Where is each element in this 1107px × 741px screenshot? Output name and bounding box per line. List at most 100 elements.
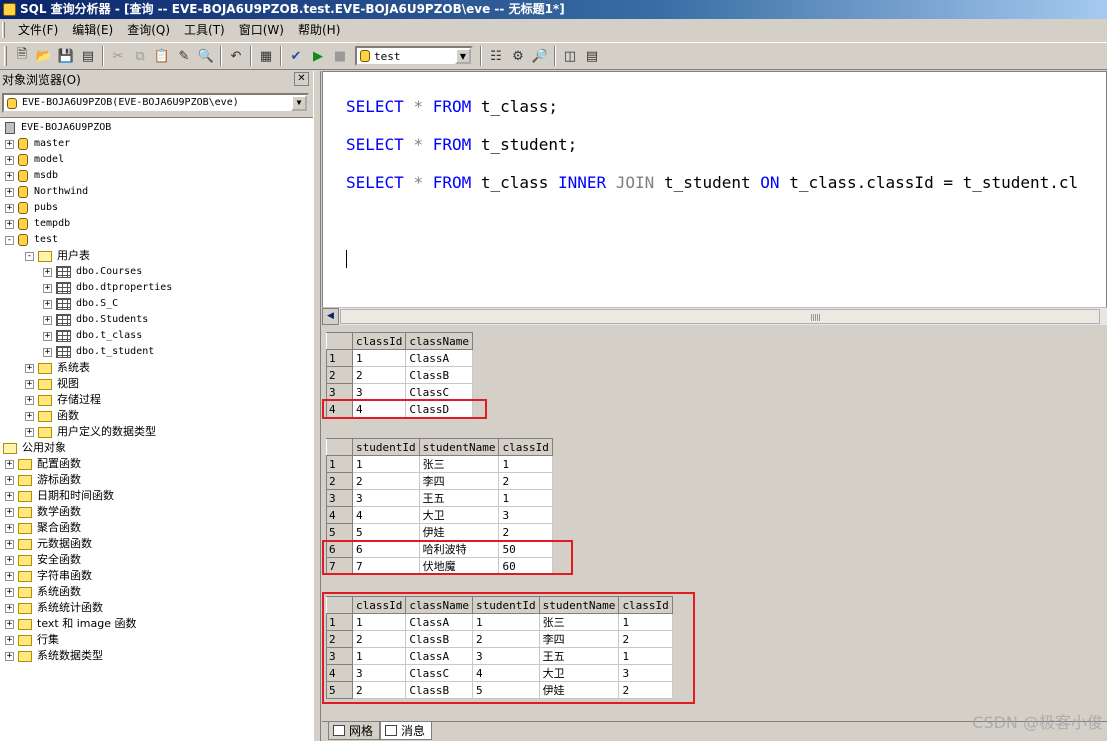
table-row[interactable]: 2 2 李四 2 bbox=[326, 472, 553, 490]
menu-file[interactable]: 文件(F) bbox=[11, 20, 65, 40]
grid-cell[interactable]: ClassB bbox=[405, 366, 473, 384]
grid-cell[interactable]: 2 bbox=[352, 472, 420, 490]
object-browser-toggle-icon[interactable]: ◫ bbox=[559, 45, 581, 67]
tree-node-table[interactable]: + dbo.t_class bbox=[43, 328, 142, 344]
expand-plus-icon[interactable]: + bbox=[5, 171, 14, 181]
tree-node-database-test[interactable]: - test bbox=[5, 232, 58, 248]
tree-node-database[interactable]: + model bbox=[5, 152, 64, 168]
expand-plus-icon[interactable]: + bbox=[43, 283, 52, 293]
tree-node-folder[interactable]: + 用户定义的数据类型 bbox=[25, 424, 156, 440]
grid-column-header[interactable]: classId bbox=[351, 332, 407, 350]
grid-cell[interactable]: 李四 bbox=[418, 472, 500, 490]
grid-corner[interactable] bbox=[326, 438, 353, 456]
scroll-left-icon[interactable]: ◀ bbox=[322, 308, 339, 325]
grid-cell[interactable]: 1 bbox=[498, 455, 553, 473]
grid-cell[interactable]: 2 bbox=[498, 523, 553, 541]
expand-plus-icon[interactable]: + bbox=[5, 603, 14, 613]
chevron-down-icon[interactable]: ▼ bbox=[291, 95, 307, 111]
expand-plus-icon[interactable]: + bbox=[5, 507, 14, 517]
tree-node-database[interactable]: + msdb bbox=[5, 168, 58, 184]
row-number[interactable]: 1 bbox=[326, 349, 353, 367]
tree-node-public-item[interactable]: + 系统数据类型 bbox=[5, 648, 103, 664]
tree-node-table[interactable]: + dbo.Courses bbox=[43, 264, 142, 280]
tree-node-public-item[interactable]: + 日期和时间函数 bbox=[5, 488, 114, 504]
grid-cell[interactable]: 张三 bbox=[418, 455, 500, 473]
expand-plus-icon[interactable]: + bbox=[25, 363, 34, 373]
expand-plus-icon[interactable]: + bbox=[25, 395, 34, 405]
row-number[interactable]: 2 bbox=[326, 366, 353, 384]
tree-node-public-item[interactable]: + 游标函数 bbox=[5, 472, 81, 488]
clear-window-icon[interactable]: ✎ bbox=[173, 45, 195, 67]
grid-cell[interactable]: 2 bbox=[351, 366, 407, 384]
tree-node-public-item[interactable]: + 字符串函数 bbox=[5, 568, 92, 584]
grid-cell[interactable]: 1 bbox=[498, 489, 553, 507]
tree-node-folder[interactable]: + 函数 bbox=[25, 408, 79, 424]
tree-node-folder[interactable]: + 系统表 bbox=[25, 360, 90, 376]
scrollbar-thumb[interactable] bbox=[340, 309, 1100, 324]
database-select[interactable]: test ▼ bbox=[355, 46, 473, 66]
expand-plus-icon[interactable]: + bbox=[5, 555, 14, 565]
tree-node-table[interactable]: + dbo.dtproperties bbox=[43, 280, 172, 296]
grid-cell[interactable]: 1 bbox=[352, 455, 420, 473]
tree-node-table[interactable]: + dbo.t_student bbox=[43, 344, 154, 360]
menu-edit[interactable]: 编辑(E) bbox=[65, 20, 120, 40]
expand-plus-icon[interactable]: + bbox=[43, 347, 52, 357]
tree-node-public-item[interactable]: + 元数据函数 bbox=[5, 536, 92, 552]
save-icon[interactable]: 💾 bbox=[55, 45, 77, 67]
table-row[interactable]: 1 1 ClassA bbox=[326, 349, 473, 367]
expand-plus-icon[interactable]: + bbox=[43, 331, 52, 341]
grid-column-header[interactable]: studentId bbox=[352, 438, 420, 456]
grid-cell[interactable]: 伊娃 bbox=[418, 523, 500, 541]
expand-plus-icon[interactable]: + bbox=[43, 299, 52, 309]
editor-horizontal-scrollbar[interactable]: ◀ bbox=[322, 307, 1107, 325]
expand-plus-icon[interactable]: + bbox=[5, 491, 14, 501]
expand-plus-icon[interactable]: + bbox=[25, 411, 34, 421]
row-number[interactable]: 1 bbox=[326, 455, 353, 473]
panel-splitter[interactable] bbox=[313, 71, 321, 741]
expand-plus-icon[interactable]: + bbox=[5, 139, 14, 149]
tree-node-folder[interactable]: + 存储过程 bbox=[25, 392, 101, 408]
chevron-down-icon[interactable]: ▼ bbox=[455, 48, 471, 64]
tree-node-public-item[interactable]: + 行集 bbox=[5, 632, 59, 648]
sql-editor[interactable]: SELECT * FROM t_class; SELECT * FROM t_s… bbox=[322, 71, 1107, 325]
menu-help[interactable]: 帮助(H) bbox=[291, 20, 347, 40]
expand-plus-icon[interactable]: + bbox=[5, 651, 14, 661]
grid-cell[interactable]: 4 bbox=[352, 506, 420, 524]
paste-icon[interactable]: 📋 bbox=[151, 45, 173, 67]
grid-cell[interactable]: 1 bbox=[351, 349, 407, 367]
menu-tools[interactable]: 工具(T) bbox=[177, 20, 232, 40]
row-number[interactable]: 3 bbox=[326, 383, 353, 401]
index-tuning-icon[interactable]: 🔎 bbox=[529, 45, 551, 67]
copy-icon[interactable]: ⧉ bbox=[129, 45, 151, 67]
collapse-minus-icon[interactable]: - bbox=[25, 251, 34, 261]
execute-play-icon[interactable]: ▶ bbox=[307, 45, 329, 67]
expand-plus-icon[interactable]: + bbox=[5, 539, 14, 549]
row-number[interactable]: 4 bbox=[326, 506, 353, 524]
expand-plus-icon[interactable]: + bbox=[5, 635, 14, 645]
expand-plus-icon[interactable]: + bbox=[5, 475, 14, 485]
expand-plus-icon[interactable]: + bbox=[43, 315, 52, 325]
table-row[interactable]: 4 4 大卫 3 bbox=[326, 506, 553, 524]
close-icon[interactable]: ✕ bbox=[294, 72, 309, 86]
tree-node-server[interactable]: EVE-BOJA6U9PZOB bbox=[5, 120, 111, 136]
table-row[interactable]: 3 3 王五 1 bbox=[326, 489, 553, 507]
tree-node-public-item[interactable]: + text 和 image 函数 bbox=[5, 616, 136, 632]
grid-cell[interactable]: ClassA bbox=[405, 349, 473, 367]
tree-node-public-objects[interactable]: 公用对象 bbox=[3, 440, 66, 456]
stop-icon[interactable]: ■ bbox=[329, 45, 351, 67]
grid-cell[interactable]: 5 bbox=[352, 523, 420, 541]
row-number[interactable]: 2 bbox=[326, 472, 353, 490]
table-row[interactable]: 5 5 伊娃 2 bbox=[326, 523, 553, 541]
grid-corner[interactable] bbox=[326, 332, 353, 350]
expand-plus-icon[interactable]: + bbox=[5, 571, 14, 581]
tree-node-database[interactable]: + tempdb bbox=[5, 216, 70, 232]
tree-node-user-tables[interactable]: - 用户表 bbox=[25, 248, 90, 264]
results-mode-icon[interactable]: ▦ bbox=[255, 45, 277, 67]
tree-node-public-item[interactable]: + 系统统计函数 bbox=[5, 600, 103, 616]
grid-cell[interactable]: 3 bbox=[498, 506, 553, 524]
tree-node-public-item[interactable]: + 配置函数 bbox=[5, 456, 81, 472]
grid-cell[interactable]: 2 bbox=[498, 472, 553, 490]
tree-node-folder[interactable]: + 视图 bbox=[25, 376, 79, 392]
insert-template-icon[interactable]: ▤ bbox=[77, 45, 99, 67]
row-number[interactable]: 3 bbox=[326, 489, 353, 507]
